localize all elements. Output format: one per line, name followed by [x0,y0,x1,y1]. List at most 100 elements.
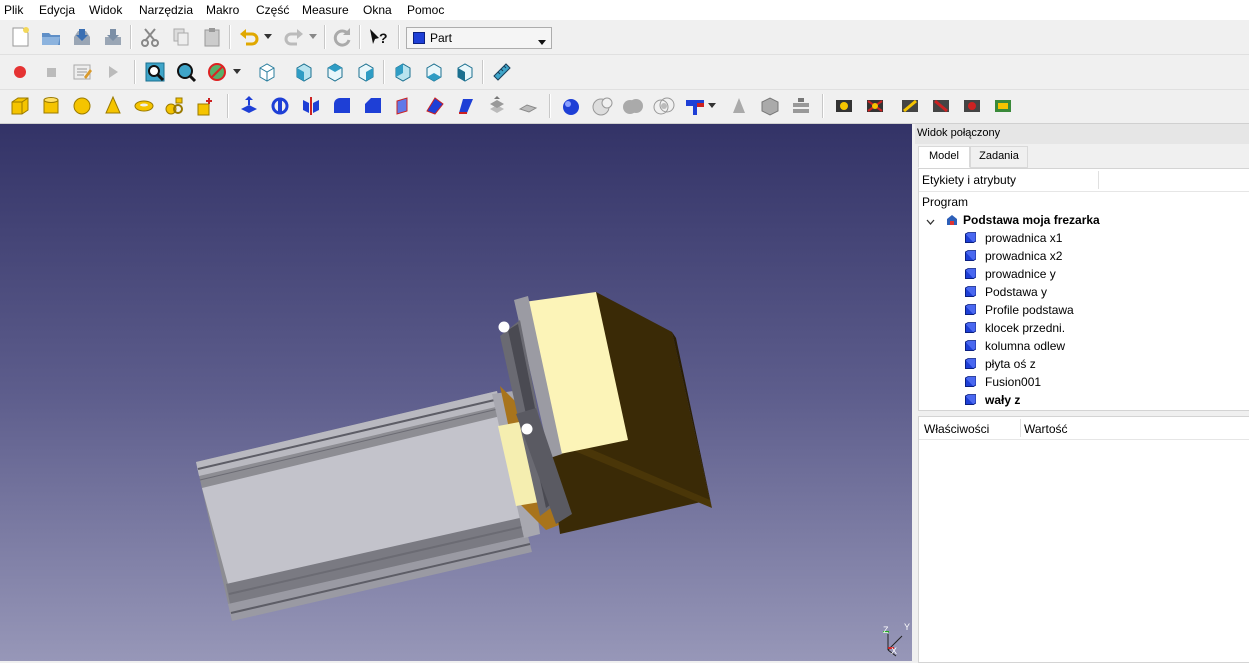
tree-item[interactable]: Podstawa y [919,283,1239,301]
mirror-icon[interactable] [299,94,323,118]
tree-document-row[interactable]: Podstawa moja frezarka [922,211,1242,229]
menu-okna[interactable]: Okna [363,3,392,17]
tree-item[interactable]: klocek przedni. [919,319,1239,337]
menu-widok[interactable]: Widok [89,3,122,17]
chevron-down-icon[interactable] [231,60,243,84]
tree-item[interactable]: Fusion001 [919,373,1239,391]
extrude-icon[interactable] [237,94,261,118]
measure-refresh-icon[interactable] [991,94,1015,118]
revolve-icon[interactable] [268,94,292,118]
part-cube-icon [965,268,977,279]
torus-icon[interactable] [132,94,156,118]
paste-icon[interactable] [200,25,224,49]
tree-item[interactable]: prowadnica x1 [919,229,1239,247]
run-macro-icon[interactable] [101,60,125,84]
boolean-icon[interactable] [559,94,583,118]
toolbar-separator [822,94,824,118]
union-icon[interactable] [621,94,645,118]
chevron-down-icon[interactable] [706,94,718,118]
loft-icon[interactable] [454,94,478,118]
edit-macro-icon[interactable] [70,60,94,84]
tab-zadania[interactable]: Zadania [970,146,1028,168]
chamfer-icon[interactable] [361,94,385,118]
menu-pomoc[interactable]: Pomoc [407,3,444,17]
chevron-down-icon[interactable] [262,25,274,49]
measure-linear-icon[interactable] [929,94,953,118]
property-column-label[interactable]: Właściwości [924,422,989,436]
sphere-icon[interactable] [70,94,94,118]
toolbar-separator [398,25,400,49]
toolbar-separator [134,60,136,84]
tree-header-label[interactable]: Etykiety i atrybuty [922,173,1016,187]
redo-icon[interactable] [282,25,306,49]
whats-this-icon[interactable]: ? [366,25,390,49]
menu-measure[interactable]: Measure [302,3,349,17]
defeaturing-icon[interactable] [832,94,856,118]
value-column-label[interactable]: Wartość [1024,422,1068,436]
draw-style-icon[interactable] [205,60,229,84]
cut-icon[interactable] [590,94,614,118]
toolbar-separator [324,25,326,49]
top-view-icon[interactable] [323,60,347,84]
tree-item-label: Profile podstawa [985,303,1074,317]
tree-item[interactable]: prowadnice y [919,265,1239,283]
3d-viewport[interactable]: Z Y X [0,124,912,661]
join-features-icon[interactable] [683,94,707,118]
record-macro-icon[interactable] [8,60,32,84]
toolbar-part [0,90,1249,124]
fit-all-icon[interactable] [143,60,167,84]
cylinder-icon[interactable] [39,94,63,118]
3d-model-render[interactable] [0,124,912,661]
copy-icon[interactable] [169,25,193,49]
box-icon[interactable] [8,94,32,118]
shape-builder-icon[interactable] [194,94,218,118]
cut-icon[interactable] [138,25,162,49]
menu-plik[interactable]: Plik [4,3,23,17]
section-icon[interactable] [516,94,540,118]
tree-item[interactable]: Profile podstawa [919,301,1239,319]
fillet-icon[interactable] [330,94,354,118]
tab-model[interactable]: Model [918,146,970,168]
chevron-down-icon[interactable] [926,215,935,229]
chevron-down-icon[interactable] [307,25,319,49]
save-icon[interactable] [70,25,94,49]
menu-makro[interactable]: Makro [206,3,239,17]
menu-czesc[interactable]: Część [256,3,289,17]
cone-icon[interactable] [101,94,125,118]
save-as-icon[interactable] [101,25,125,49]
menu-narzedzia[interactable]: Narzędzia [139,3,193,17]
tree-item[interactable]: prowadnica x2 [919,247,1239,265]
sweep-icon[interactable] [485,94,509,118]
intersection-icon[interactable] [652,94,676,118]
workbench-selector[interactable]: Part [406,27,552,49]
rear-view-icon[interactable] [391,60,415,84]
new-file-icon[interactable] [8,25,32,49]
bottom-view-icon[interactable] [422,60,446,84]
thickness-icon[interactable] [863,94,887,118]
face-from-edges-icon[interactable] [392,94,416,118]
split-icon[interactable] [727,94,751,118]
tree-item[interactable]: płyta oś z [919,355,1239,373]
toolbar-view [0,55,1249,90]
part-cube-icon [965,286,977,297]
ruled-surface-icon[interactable] [423,94,447,118]
menu-edycja[interactable]: Edycja [39,3,75,17]
primitives-icon[interactable] [163,94,187,118]
stop-macro-icon[interactable] [39,60,63,84]
fit-selection-icon[interactable] [174,60,198,84]
measure-icon[interactable] [490,60,514,84]
right-view-icon[interactable] [354,60,378,84]
compound-icon[interactable] [758,94,782,118]
refresh-icon[interactable] [330,25,354,49]
tree-item[interactable]: kolumna odlew [919,337,1239,355]
undo-icon[interactable] [237,25,261,49]
part-cube-icon [965,304,977,315]
isometric-view-icon[interactable] [255,60,279,84]
open-file-icon[interactable] [39,25,63,49]
left-view-icon[interactable] [453,60,477,84]
tree-item[interactable]: wały z [919,391,1239,409]
offset-icon[interactable] [898,94,922,118]
measure-angular-icon[interactable] [960,94,984,118]
front-view-icon[interactable] [292,60,316,84]
check-geometry-icon[interactable] [789,94,813,118]
